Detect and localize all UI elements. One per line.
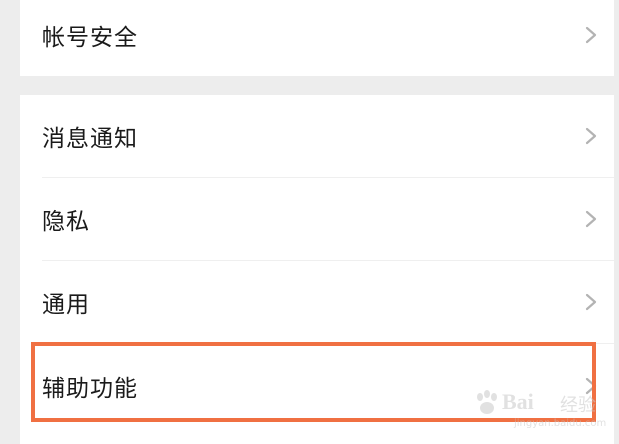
settings-item-account-security[interactable]: 帐号安全 bbox=[20, 0, 614, 76]
settings-item-label: 通用 bbox=[42, 292, 90, 318]
chevron-right-icon bbox=[585, 293, 597, 311]
settings-item-notifications[interactable]: 消息通知 bbox=[20, 95, 614, 177]
settings-item-label: 隐私 bbox=[42, 209, 90, 235]
settings-item-label: 消息通知 bbox=[42, 126, 138, 152]
settings-item-general[interactable]: 通用 bbox=[20, 261, 614, 343]
chevron-right-icon bbox=[585, 377, 597, 395]
settings-group-general: 消息通知 隐私 通用 辅助功能 bbox=[20, 95, 614, 444]
settings-item-privacy[interactable]: 隐私 bbox=[20, 178, 614, 260]
chevron-right-icon bbox=[585, 127, 597, 145]
chevron-right-icon bbox=[585, 26, 597, 44]
settings-item-label: 辅助功能 bbox=[42, 376, 138, 402]
settings-item-label: 帐号安全 bbox=[42, 25, 138, 51]
chevron-right-icon bbox=[585, 210, 597, 228]
settings-screen: 帐号安全 消息通知 隐私 通用 辅助功能 Bai 经验 jingyan.baid… bbox=[0, 0, 619, 444]
settings-group-account: 帐号安全 bbox=[20, 0, 614, 76]
divider bbox=[42, 343, 614, 344]
settings-item-accessibility[interactable]: 辅助功能 bbox=[20, 345, 614, 427]
